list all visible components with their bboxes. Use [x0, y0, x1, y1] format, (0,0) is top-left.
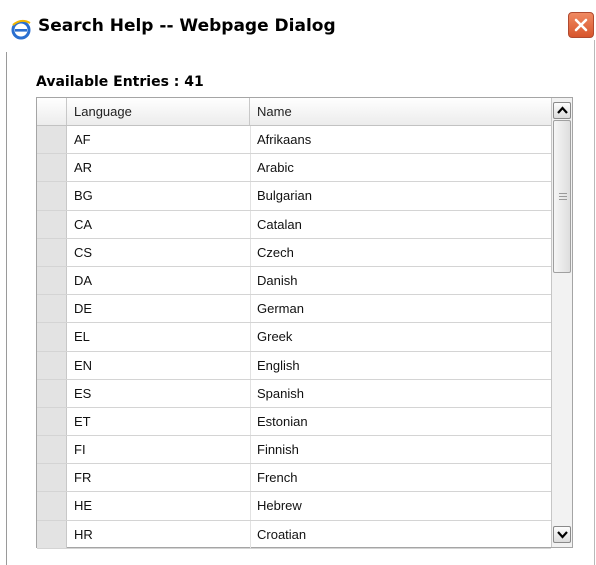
row-selector[interactable]: [37, 407, 67, 436]
internet-explorer-icon: [10, 18, 32, 40]
cell-name: Czech: [257, 244, 294, 260]
vertical-scrollbar[interactable]: [551, 98, 572, 547]
cell-name: German: [257, 301, 304, 317]
cell-language: DA: [74, 272, 93, 288]
title-bar[interactable]: Search Help -- Webpage Dialog: [0, 0, 596, 52]
table-row[interactable]: EL Greek: [37, 323, 551, 352]
cell-language: AR: [74, 160, 93, 176]
table-row[interactable]: CS Czech: [37, 238, 551, 267]
grid-header: Language Name: [37, 98, 551, 126]
cell-name: Hebrew: [257, 498, 302, 514]
row-selector[interactable]: [37, 351, 67, 379]
column-divider: [250, 351, 251, 379]
cell-language: HE: [74, 498, 93, 514]
table-row[interactable]: FR French: [37, 464, 551, 493]
row-selector[interactable]: [37, 182, 67, 210]
cell-language: CA: [74, 216, 93, 232]
cell-language: AF: [74, 132, 91, 147]
column-divider: [250, 379, 251, 407]
table-row[interactable]: ET Estonian: [37, 407, 551, 437]
column-divider: [250, 238, 251, 266]
cell-language: EN: [74, 357, 93, 373]
table-row[interactable]: BG Bulgarian: [37, 182, 551, 211]
thumb-grip: [559, 199, 567, 200]
row-selector[interactable]: [37, 238, 67, 266]
column-divider: [250, 492, 251, 520]
row-selector[interactable]: [37, 126, 67, 154]
cell-language: BG: [74, 188, 93, 204]
table-row[interactable]: AF Afrikaans: [37, 126, 551, 155]
close-icon: [574, 18, 588, 32]
row-selector[interactable]: [37, 436, 67, 464]
dialog-title: Search Help -- Webpage Dialog: [38, 16, 336, 36]
cell-name: Danish: [257, 272, 298, 288]
table-row[interactable]: HE Hebrew: [37, 492, 551, 521]
chevron-up-icon: [557, 106, 568, 114]
row-selector[interactable]: [37, 379, 67, 407]
column-divider: [250, 295, 251, 323]
chevron-down-icon: [557, 531, 568, 539]
dialog-left-border: [6, 52, 7, 565]
column-divider: [250, 407, 251, 436]
table-row[interactable]: DA Danish: [37, 266, 551, 296]
thumb-grip: [559, 196, 567, 197]
cell-name: Bulgarian: [257, 188, 312, 204]
table-row[interactable]: CA Catalan: [37, 210, 551, 239]
cell-name: French: [257, 470, 298, 486]
thumb-grip: [559, 193, 567, 194]
column-header-name[interactable]: Name: [250, 98, 551, 125]
grid-rows: AF Afrikaans AR Arabic BG Bulgarian CA Catalan C…: [37, 126, 551, 549]
search-help-dialog: Search Help -- Webpage Dialog Available …: [0, 0, 596, 565]
row-selector[interactable]: [37, 323, 67, 351]
table-row[interactable]: ES Spanish: [37, 379, 551, 408]
table-row[interactable]: EN English: [37, 351, 551, 380]
column-divider: [250, 182, 251, 210]
cell-language: CS: [74, 244, 93, 260]
cell-name: Finnish: [257, 442, 299, 458]
select-all-header[interactable]: [37, 98, 67, 125]
cell-language: FI: [74, 442, 86, 458]
cell-language: ET: [74, 413, 91, 429]
row-selector[interactable]: [37, 266, 67, 295]
row-selector[interactable]: [37, 210, 67, 238]
cell-name: Greek: [257, 329, 293, 345]
available-entries-label: Available Entries : 41: [36, 74, 204, 90]
row-selector[interactable]: [37, 154, 67, 182]
search-help-grid: Language Name AF Afrikaans AR Arabic BG Bulga…: [36, 97, 573, 549]
cell-name: Estonian: [257, 413, 308, 429]
column-divider: [250, 520, 251, 548]
cell-name: Spanish: [257, 385, 304, 401]
cell-name: Croatian: [257, 526, 307, 542]
column-divider: [250, 154, 251, 182]
table-row[interactable]: AR Arabic: [37, 154, 551, 183]
row-selector[interactable]: [37, 492, 67, 520]
column-divider: [250, 464, 251, 492]
column-header-language[interactable]: Language: [67, 98, 250, 125]
cell-language: FR: [74, 470, 92, 486]
row-selector[interactable]: [37, 295, 67, 323]
cell-language: HR: [74, 526, 93, 542]
cell-language: EL: [74, 329, 90, 345]
table-row[interactable]: DE German: [37, 295, 551, 324]
cell-name: Catalan: [257, 216, 302, 232]
dialog-right-border: [594, 40, 595, 565]
table-row[interactable]: FI Finnish: [37, 436, 551, 465]
scroll-up-button[interactable]: [553, 102, 571, 119]
column-divider: [250, 126, 251, 154]
column-divider: [250, 210, 251, 238]
row-selector[interactable]: [37, 464, 67, 492]
cell-language: DE: [74, 301, 93, 317]
scrollbar-thumb[interactable]: [553, 120, 571, 273]
column-divider: [250, 266, 251, 295]
cell-language: ES: [74, 385, 92, 401]
cell-name: Arabic: [257, 160, 294, 176]
cell-name: English: [257, 357, 300, 373]
close-button[interactable]: [568, 12, 594, 38]
column-divider: [250, 323, 251, 351]
scroll-down-button[interactable]: [553, 526, 571, 543]
column-divider: [250, 436, 251, 464]
cell-name: Afrikaans: [257, 132, 312, 147]
row-selector[interactable]: [37, 520, 67, 548]
table-row[interactable]: HR Croatian: [37, 520, 551, 549]
